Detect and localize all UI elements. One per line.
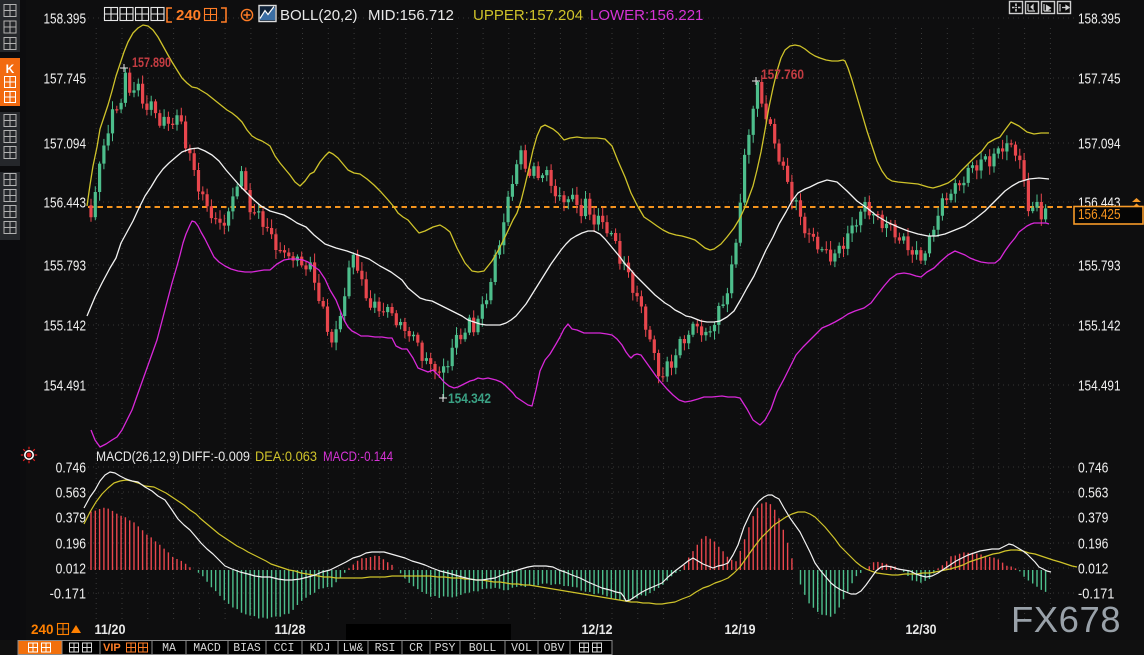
- svg-text:156.425: 156.425: [1078, 206, 1121, 223]
- svg-text:158.395: 158.395: [1078, 11, 1120, 28]
- svg-text:0.563: 0.563: [56, 485, 86, 502]
- svg-text:0.196: 0.196: [1078, 536, 1108, 553]
- svg-text:RSI: RSI: [375, 642, 396, 655]
- svg-text:155.142: 155.142: [44, 318, 86, 335]
- svg-text:BOLL(20,2): BOLL(20,2): [280, 7, 358, 24]
- svg-text:158.395: 158.395: [44, 11, 86, 28]
- svg-text:BOLL: BOLL: [469, 642, 497, 655]
- svg-text:MACD(26,12,9): MACD(26,12,9): [96, 448, 180, 464]
- svg-text:11/20: 11/20: [95, 621, 126, 637]
- svg-text:0.379: 0.379: [1078, 510, 1108, 527]
- svg-text:12/19: 12/19: [725, 621, 756, 637]
- svg-text:LOWER:156.221: LOWER:156.221: [590, 7, 703, 24]
- svg-text:DIFF:-0.009: DIFF:-0.009: [182, 448, 250, 464]
- svg-text:UPPER:157.204: UPPER:157.204: [473, 7, 583, 24]
- svg-text:0.196: 0.196: [56, 536, 86, 553]
- svg-text:0.012: 0.012: [56, 561, 86, 578]
- svg-text:157.890: 157.890: [132, 54, 171, 70]
- svg-text:BIAS: BIAS: [233, 642, 261, 655]
- svg-text:0.746: 0.746: [1078, 460, 1108, 477]
- svg-text:KDJ: KDJ: [310, 642, 331, 655]
- svg-text:154.491: 154.491: [1078, 378, 1120, 395]
- svg-text:MACD:-0.144: MACD:-0.144: [323, 448, 393, 464]
- svg-text:CR: CR: [409, 642, 423, 655]
- svg-text:155.142: 155.142: [1078, 318, 1120, 335]
- svg-text:OBV: OBV: [544, 642, 565, 655]
- svg-text:154.491: 154.491: [44, 378, 86, 395]
- svg-text:LW&: LW&: [343, 642, 364, 655]
- svg-text:K: K: [6, 62, 15, 76]
- svg-text:PSY: PSY: [435, 642, 456, 655]
- svg-text:FX678: FX678: [1011, 599, 1121, 640]
- svg-text:CCI: CCI: [274, 642, 295, 655]
- svg-text:VOL: VOL: [511, 642, 532, 655]
- svg-text:157.094: 157.094: [1078, 136, 1120, 153]
- svg-text:11/28: 11/28: [275, 621, 306, 637]
- svg-text:240: 240: [176, 7, 201, 24]
- svg-text:MID:156.712: MID:156.712: [368, 7, 454, 24]
- svg-text:12/12: 12/12: [582, 621, 613, 637]
- svg-text:154.342: 154.342: [448, 390, 491, 406]
- svg-text:12/30: 12/30: [906, 621, 937, 637]
- svg-text:0.379: 0.379: [56, 510, 86, 527]
- svg-text:157.760: 157.760: [761, 66, 804, 82]
- svg-text:-0.171: -0.171: [50, 586, 86, 603]
- svg-text:156.443: 156.443: [44, 195, 86, 212]
- svg-text:VIP: VIP: [103, 642, 121, 654]
- svg-text:157.745: 157.745: [44, 71, 86, 88]
- svg-text:MA: MA: [162, 642, 176, 655]
- svg-text:0.012: 0.012: [1078, 561, 1108, 578]
- svg-text:155.793: 155.793: [44, 258, 86, 275]
- svg-text:155.793: 155.793: [1078, 258, 1120, 275]
- svg-text:MACD: MACD: [193, 642, 221, 655]
- svg-text:157.094: 157.094: [44, 136, 86, 153]
- svg-text:240: 240: [31, 622, 54, 637]
- svg-text:0.563: 0.563: [1078, 485, 1108, 502]
- svg-text:DEA:0.063: DEA:0.063: [255, 448, 317, 464]
- svg-text:157.745: 157.745: [1078, 71, 1120, 88]
- svg-text:0.746: 0.746: [56, 460, 86, 477]
